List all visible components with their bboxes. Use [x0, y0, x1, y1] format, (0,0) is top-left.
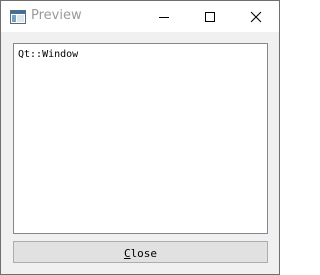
close-button-mnemonic: C	[123, 247, 131, 260]
app-window-icon	[10, 9, 26, 24]
minimize-button[interactable]	[141, 1, 187, 32]
minimize-icon	[159, 17, 169, 18]
close-window-button[interactable]	[233, 1, 279, 32]
preview-text-area[interactable]: Qt::Window	[13, 43, 268, 234]
close-button[interactable]: Close	[13, 241, 268, 263]
title-bar[interactable]: Preview	[1, 1, 279, 32]
maximize-button[interactable]	[187, 1, 233, 32]
preview-text: Qt::Window	[18, 49, 79, 60]
close-button-label: Close	[124, 244, 157, 264]
close-button-label-rest: lose	[130, 247, 158, 260]
preview-window: Preview Qt::Window Close	[0, 0, 280, 275]
maximize-icon	[205, 12, 215, 22]
window-title: Preview	[31, 8, 82, 23]
close-icon	[250, 11, 262, 23]
